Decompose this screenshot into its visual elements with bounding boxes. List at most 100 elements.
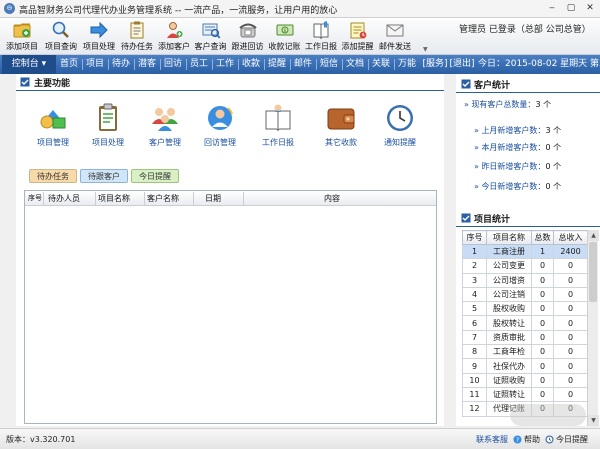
nav-work[interactable]: 工作 xyxy=(213,55,237,74)
clock-icon xyxy=(387,105,413,131)
reminder-icon xyxy=(350,22,366,39)
table-scrollbar[interactable]: ▲ ▼ xyxy=(587,230,599,426)
payment-record-button[interactable]: $ 收款记账 xyxy=(266,19,303,54)
mail-icon xyxy=(386,24,404,37)
grid-col-separator xyxy=(243,192,244,205)
stat-yesterday-new[interactable]: » 昨日新增客户数：0 个 xyxy=(474,161,561,172)
nav-staff[interactable]: 员工 xyxy=(187,55,211,74)
customer-search-button[interactable]: 客户查询 xyxy=(192,19,229,54)
table-row[interactable]: 11 证照转让 0 0 xyxy=(462,386,588,403)
phone-icon xyxy=(238,23,257,38)
nav-console[interactable]: 控制台 ▾ xyxy=(2,55,56,74)
project-search-button[interactable]: 项目查询 xyxy=(42,19,80,54)
minimize-button[interactable]: ‒ xyxy=(543,2,561,15)
send-mail-button[interactable]: 邮件发送 xyxy=(376,19,414,54)
watermark-overlay xyxy=(510,404,586,426)
table-row[interactable]: 8 工商年检 0 0 xyxy=(462,344,588,360)
table-row[interactable]: 9 社保代办 0 0 xyxy=(462,358,588,374)
table-row[interactable]: 6 股权转让 0 0 xyxy=(462,315,588,331)
grid-col-content[interactable]: 内容 xyxy=(324,191,340,206)
grid-col-index[interactable]: 序号 xyxy=(28,191,42,206)
section-check-icon xyxy=(461,213,471,223)
nav-documents[interactable]: 文档 xyxy=(343,55,367,74)
grid-header: 序号 待办人员 项目名称 客户名称 日期 内容 xyxy=(25,191,436,206)
add-customer-button[interactable]: 添加客户 xyxy=(156,19,192,54)
nav-sms[interactable]: 短信 xyxy=(317,55,341,74)
add-reminder-button[interactable]: 添加提醒 xyxy=(339,19,376,54)
function-notice-reminder[interactable]: 通知提醒 xyxy=(373,102,427,152)
project-process-button[interactable]: 项目处理 xyxy=(80,19,118,54)
grid-col-separator xyxy=(193,192,194,205)
stat-today-new[interactable]: » 今日新增客户数：0 个 xyxy=(474,181,561,192)
grid-col-separator xyxy=(43,192,44,205)
col-revenue[interactable]: 总收入 xyxy=(553,230,588,245)
customer-stats-title: 客户统计 xyxy=(474,81,511,91)
today-date: 今日：2015-08-02 星期天 第31周 xyxy=(478,59,600,69)
grid-col-customer[interactable]: 客户名称 xyxy=(147,191,179,206)
col-total[interactable]: 总数 xyxy=(531,230,554,245)
nav-payment[interactable]: 收款 xyxy=(239,55,263,74)
help-link[interactable]: 帮助 xyxy=(524,434,540,445)
nav-home[interactable]: 首页 xyxy=(57,55,81,74)
section-divider xyxy=(456,226,600,227)
section-check-icon xyxy=(20,77,30,87)
function-daily-report[interactable]: 工作日报 xyxy=(251,102,305,152)
nav-project[interactable]: 项目 xyxy=(83,55,107,74)
grid-col-separator xyxy=(95,192,96,205)
contact-support-link[interactable]: 联系客服 xyxy=(476,434,508,445)
col-project-name[interactable]: 项目名称 xyxy=(486,230,532,245)
svg-text:$: $ xyxy=(283,28,286,34)
function-customer-manage[interactable]: 客户管理 xyxy=(138,102,192,152)
col-index[interactable]: 序号 xyxy=(462,230,487,245)
callback-icon xyxy=(208,106,233,130)
maximize-button[interactable]: ▢ xyxy=(562,2,580,15)
add-project-button[interactable]: 添加项目 xyxy=(2,19,42,54)
nav-prospects[interactable]: 潜客 xyxy=(135,55,159,74)
scroll-down-icon[interactable]: ▼ xyxy=(588,415,599,426)
stat-this-month-new[interactable]: » 本月新增客户数：0 个 xyxy=(474,142,561,153)
status-bar: 版本：v3.320.701 联系客服 ? 帮助 今日提醒 xyxy=(0,428,600,449)
table-row[interactable]: 4 公司注销 0 0 xyxy=(462,286,588,303)
nav-pending[interactable]: 待办 xyxy=(109,55,133,74)
tab-pending-tasks[interactable]: 待办任务 xyxy=(29,169,77,183)
daily-report-button[interactable]: 工作日报 xyxy=(303,19,339,54)
toolbar-expand-icon[interactable]: ▼ xyxy=(423,46,428,53)
window-title: 高品智财务公司代理代办业务管理系统 -- 一流产品，一流服务，让用户用的放心 xyxy=(19,6,338,16)
grid-col-project[interactable]: 项目名称 xyxy=(98,191,130,206)
pending-tasks-button[interactable]: 待办任务 xyxy=(118,19,156,54)
stat-last-month-new[interactable]: » 上月新增客户数：3 个 xyxy=(474,125,561,136)
nav-reminder[interactable]: 提醒 xyxy=(265,55,289,74)
today-reminder-link[interactable]: 今日提醒 xyxy=(556,434,588,445)
add-user-icon xyxy=(167,22,183,38)
nav-mail[interactable]: 邮件 xyxy=(291,55,315,74)
magnifier-icon xyxy=(52,21,69,38)
grid-col-date[interactable]: 日期 xyxy=(205,191,221,206)
function-project-process[interactable]: 项目处理 xyxy=(81,102,135,152)
tab-follow-customers[interactable]: 待跟客户 xyxy=(80,169,128,183)
scroll-thumb[interactable] xyxy=(589,242,597,302)
nav-relations[interactable]: 关联 xyxy=(369,55,393,74)
function-callback-manage[interactable]: 回访管理 xyxy=(193,102,247,152)
table-row[interactable]: 5 股权收购 0 0 xyxy=(462,301,588,317)
follow-up-button[interactable]: 跟进回访 xyxy=(229,19,266,54)
nav-logout[interactable]: [退出] xyxy=(449,55,475,74)
grid-col-separator xyxy=(144,192,145,205)
grid-col-assignee[interactable]: 待办人员 xyxy=(48,191,80,206)
nav-service[interactable]: [服务] xyxy=(422,55,448,74)
nav-universal[interactable]: 万能 xyxy=(395,55,419,74)
table-row[interactable]: 1 工商注册 1 2400 xyxy=(462,243,588,260)
nav-callback[interactable]: 回访 xyxy=(161,55,185,74)
scroll-up-icon[interactable]: ▲ xyxy=(588,230,599,241)
table-row[interactable]: 3 公司增资 0 0 xyxy=(462,272,588,288)
help-icon: ? xyxy=(513,435,522,444)
stat-total-customers[interactable]: » 现有客户总数量：3 个 xyxy=(464,99,551,110)
table-row[interactable]: 2 公司变更 0 0 xyxy=(462,258,588,274)
section-title: 主要功能 xyxy=(34,79,71,89)
table-row[interactable]: 10 证照收购 0 0 xyxy=(462,372,588,388)
table-row[interactable]: 7 资质审批 0 0 xyxy=(462,329,588,346)
function-project-manage[interactable]: 项目管理 xyxy=(26,102,80,152)
table-header-row: 序号 项目名称 总数 总收入 xyxy=(462,230,588,245)
close-button[interactable]: ✕ xyxy=(581,2,599,15)
function-other-payment[interactable]: 其它收款 xyxy=(314,102,368,152)
tab-today-reminders[interactable]: 今日提醒 xyxy=(131,169,179,183)
